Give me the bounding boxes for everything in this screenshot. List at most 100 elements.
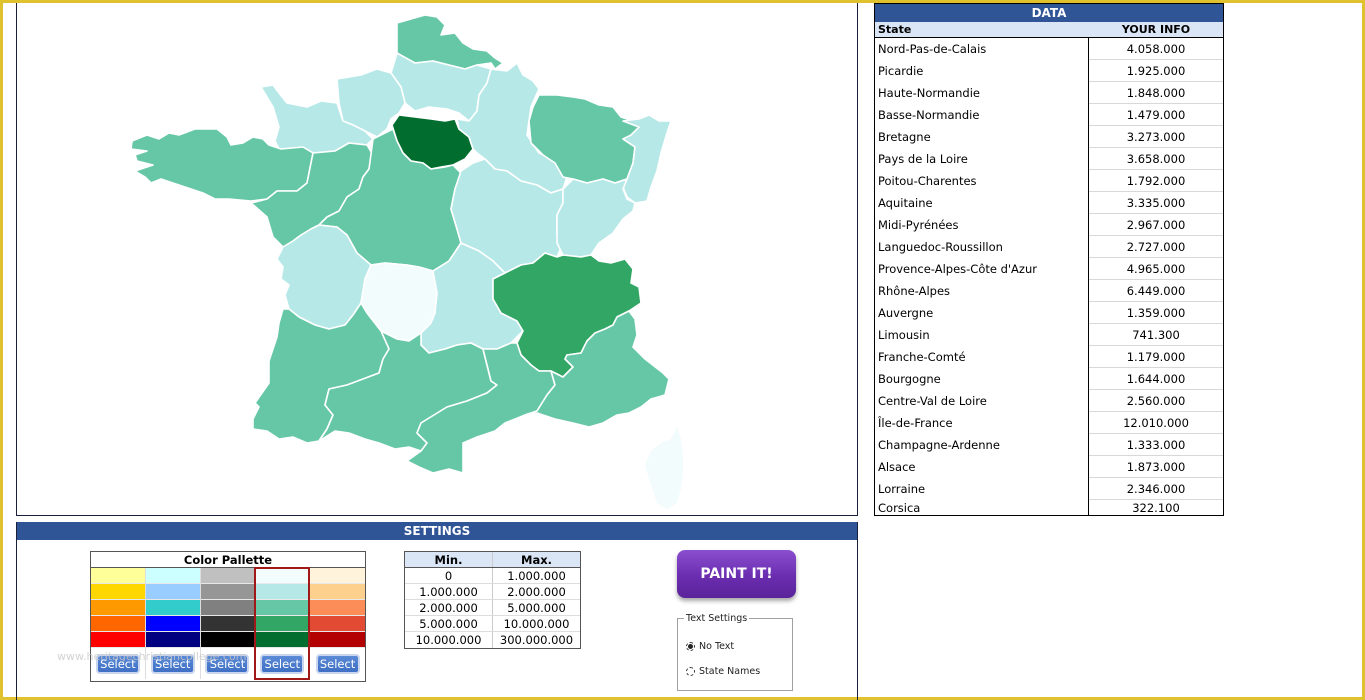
paint-it-button[interactable]: PAINT IT! (677, 550, 796, 598)
state-name-cell: Provence-Alpes-Côte d'Azur (875, 258, 1089, 280)
state-name-cell: Bretagne (875, 126, 1089, 148)
table-row: Aquitaine 3.335.000 (875, 192, 1223, 214)
table-row: Pays de la Loire 3.658.000 (875, 148, 1223, 170)
your-info-cell[interactable]: 1.359.000 (1089, 302, 1223, 324)
range-table: Min. Max. 0 1.000.000 1.000.000 2.000.000 2.… (404, 551, 581, 649)
map-panel (16, 3, 858, 516)
your-info-cell[interactable]: 1.925.000 (1089, 60, 1223, 82)
table-row: Bourgogne 1.644.000 (875, 368, 1223, 390)
table-row: Picardie 1.925.000 (875, 60, 1223, 82)
color-swatch (91, 616, 145, 632)
range-max-cell[interactable]: 2.000.000 (493, 584, 580, 599)
color-swatch (200, 600, 255, 616)
table-row: Île-de-France 12.010.000 (875, 412, 1223, 434)
table-row: Poitou-Charentes 1.792.000 (875, 170, 1223, 192)
text-settings-legend: Text Settings (684, 613, 750, 624)
color-palette-title: Color Pallette (91, 552, 365, 568)
table-row: Centre-Val de Loire 2.560.000 (875, 390, 1223, 412)
color-swatch (310, 632, 365, 648)
state-name-cell: Limousin (875, 324, 1089, 346)
color-swatch (145, 568, 200, 584)
your-info-cell[interactable]: 6.449.000 (1089, 280, 1223, 302)
region-nord-pas-de-calais[interactable] (396, 14, 504, 70)
region-franche-comte[interactable] (556, 178, 636, 258)
select-palette-button[interactable]: Select (260, 653, 305, 674)
range-row: 0 1.000.000 (405, 568, 580, 584)
radio-state-names[interactable]: State Names (686, 666, 760, 677)
color-swatch (200, 584, 255, 600)
state-name-cell: Bourgogne (875, 368, 1089, 390)
your-info-cell[interactable]: 2.346.000 (1089, 478, 1223, 500)
range-max-cell[interactable]: 300.000.000 (493, 632, 580, 648)
color-swatch (145, 600, 200, 616)
color-swatch (310, 616, 365, 632)
your-info-cell[interactable]: 1.479.000 (1089, 104, 1223, 126)
column-header-state: State (878, 23, 912, 36)
your-info-cell[interactable]: 2.967.000 (1089, 214, 1223, 236)
your-info-cell[interactable]: 1.179.000 (1089, 346, 1223, 368)
state-name-cell: Rhône-Alpes (875, 280, 1089, 302)
your-info-cell[interactable]: 2.727.000 (1089, 236, 1223, 258)
select-cell: Select (255, 648, 309, 679)
range-max-cell[interactable]: 1.000.000 (493, 568, 580, 583)
color-swatch (91, 632, 145, 648)
color-swatch (255, 632, 310, 648)
table-row: Nord-Pas-de-Calais 4.058.000 (875, 38, 1223, 60)
your-info-cell[interactable]: 1.333.000 (1089, 434, 1223, 456)
radio-checked-icon[interactable] (686, 642, 695, 651)
your-info-cell[interactable]: 2.560.000 (1089, 390, 1223, 412)
state-name-cell: Nord-Pas-de-Calais (875, 38, 1089, 60)
your-info-cell[interactable]: 1.848.000 (1089, 82, 1223, 104)
color-swatch (91, 584, 145, 600)
range-row: 5.000.000 10.000.000 (405, 616, 580, 632)
range-min-cell[interactable]: 5.000.000 (405, 616, 493, 631)
column-header-max: Max. (521, 553, 552, 567)
state-name-cell: Poitou-Charentes (875, 170, 1089, 192)
range-max-cell[interactable]: 10.000.000 (493, 616, 580, 631)
state-name-cell: Île-de-France (875, 412, 1089, 434)
your-info-cell[interactable]: 3.335.000 (1089, 192, 1223, 214)
your-info-cell[interactable]: 1.873.000 (1089, 456, 1223, 478)
your-info-cell[interactable]: 741.300 (1089, 324, 1223, 346)
your-info-cell[interactable]: 322.100 (1089, 500, 1223, 516)
color-swatch (255, 600, 310, 616)
state-name-cell: Alsace (875, 456, 1089, 478)
state-name-cell: Picardie (875, 60, 1089, 82)
range-max-cell[interactable]: 5.000.000 (493, 600, 580, 615)
watermark-text: www.heritagechristiancollege.com (57, 650, 247, 663)
palette-column: Select (254, 567, 311, 680)
radio-no-text[interactable]: No Text (686, 641, 734, 652)
your-info-cell[interactable]: 4.058.000 (1089, 38, 1223, 60)
state-name-cell: Auvergne (875, 302, 1089, 324)
color-swatch (255, 568, 310, 584)
your-info-cell[interactable]: 3.658.000 (1089, 148, 1223, 170)
data-table-title: DATA (875, 4, 1223, 22)
range-min-cell[interactable]: 0 (405, 568, 493, 583)
column-header-min: Min. (405, 552, 493, 567)
select-cell: Select (310, 648, 365, 679)
range-min-cell[interactable]: 1.000.000 (405, 584, 493, 599)
table-row: Basse-Normandie 1.479.000 (875, 104, 1223, 126)
range-min-cell[interactable]: 10.000.000 (405, 632, 493, 648)
color-swatch (145, 616, 200, 632)
table-row: Alsace 1.873.000 (875, 456, 1223, 478)
state-name-cell: Champagne-Ardenne (875, 434, 1089, 456)
your-info-cell[interactable]: 12.010.000 (1089, 412, 1223, 434)
range-min-cell[interactable]: 2.000.000 (405, 600, 493, 615)
palette-column: Select (310, 568, 365, 679)
region-corsica[interactable] (645, 427, 683, 509)
select-palette-button[interactable]: Select (315, 653, 360, 674)
your-info-cell[interactable]: 3.273.000 (1089, 126, 1223, 148)
window-frame-left (0, 0, 3, 700)
your-info-cell[interactable]: 4.965.000 (1089, 258, 1223, 280)
state-name-cell: Centre-Val de Loire (875, 390, 1089, 412)
color-swatch (91, 600, 145, 616)
your-info-cell[interactable]: 1.644.000 (1089, 368, 1223, 390)
color-swatch (310, 568, 365, 584)
state-name-cell: Lorraine (875, 478, 1089, 500)
state-name-cell: Corsica (875, 500, 1089, 516)
table-row: Limousin 741.300 (875, 324, 1223, 346)
radio-unchecked-icon[interactable] (686, 667, 695, 676)
color-swatch (91, 568, 145, 584)
your-info-cell[interactable]: 1.792.000 (1089, 170, 1223, 192)
